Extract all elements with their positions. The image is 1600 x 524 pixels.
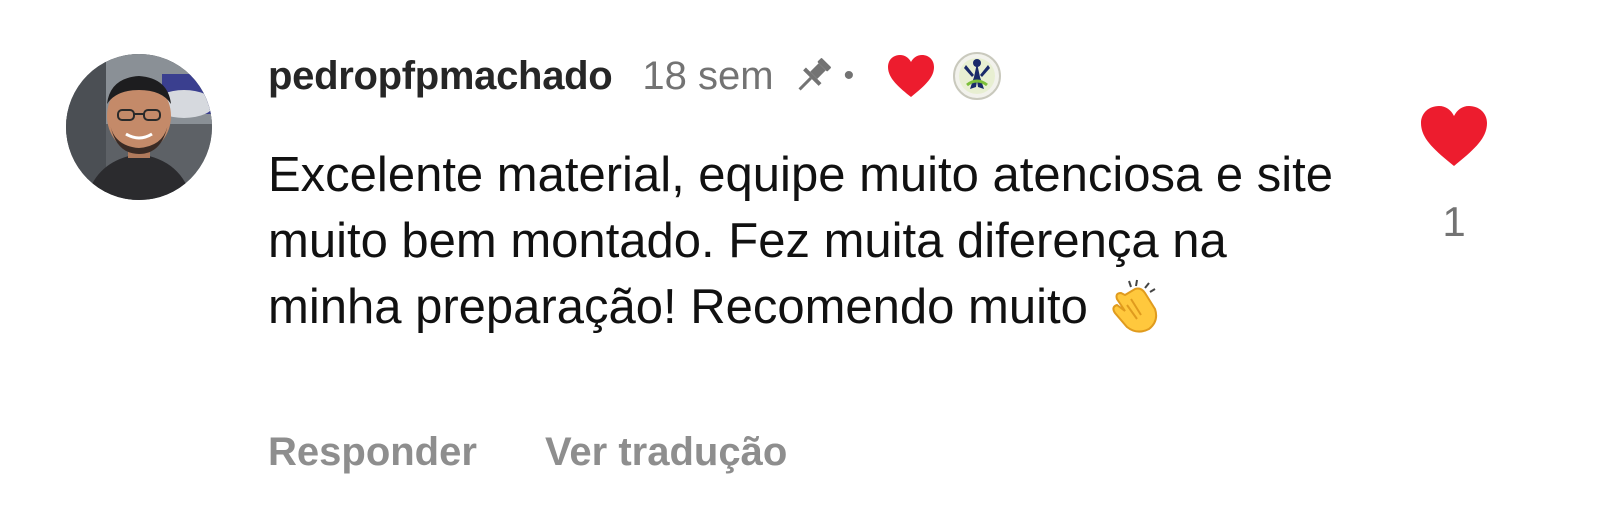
badge-icon: [952, 51, 1002, 101]
avatar[interactable]: [66, 54, 212, 200]
comment: pedropfpmachado 18 sem • Excelente mater…: [0, 0, 1600, 524]
creator-liked-heart-icon: [886, 53, 936, 99]
comment-time: 18 sem: [642, 53, 774, 98]
reply-button[interactable]: Responder: [268, 430, 477, 475]
clapping-hands-emoji: [1105, 277, 1163, 335]
comment-header: pedropfpmachado 18 sem •: [268, 46, 1002, 106]
username[interactable]: pedropfpmachado: [268, 54, 613, 99]
like-heart-icon[interactable]: [1419, 104, 1489, 168]
pin-icon: [790, 53, 836, 99]
comment-text: Excelente material, equipe muito atencio…: [268, 142, 1348, 340]
like-count: 1: [1442, 198, 1466, 245]
comment-actions: Responder Ver tradução: [268, 430, 787, 475]
translate-button[interactable]: Ver tradução: [545, 430, 787, 475]
comment-body: Excelente material, equipe muito atencio…: [268, 148, 1333, 334]
like-control: 1: [1416, 104, 1492, 246]
separator-dot: •: [843, 59, 855, 92]
